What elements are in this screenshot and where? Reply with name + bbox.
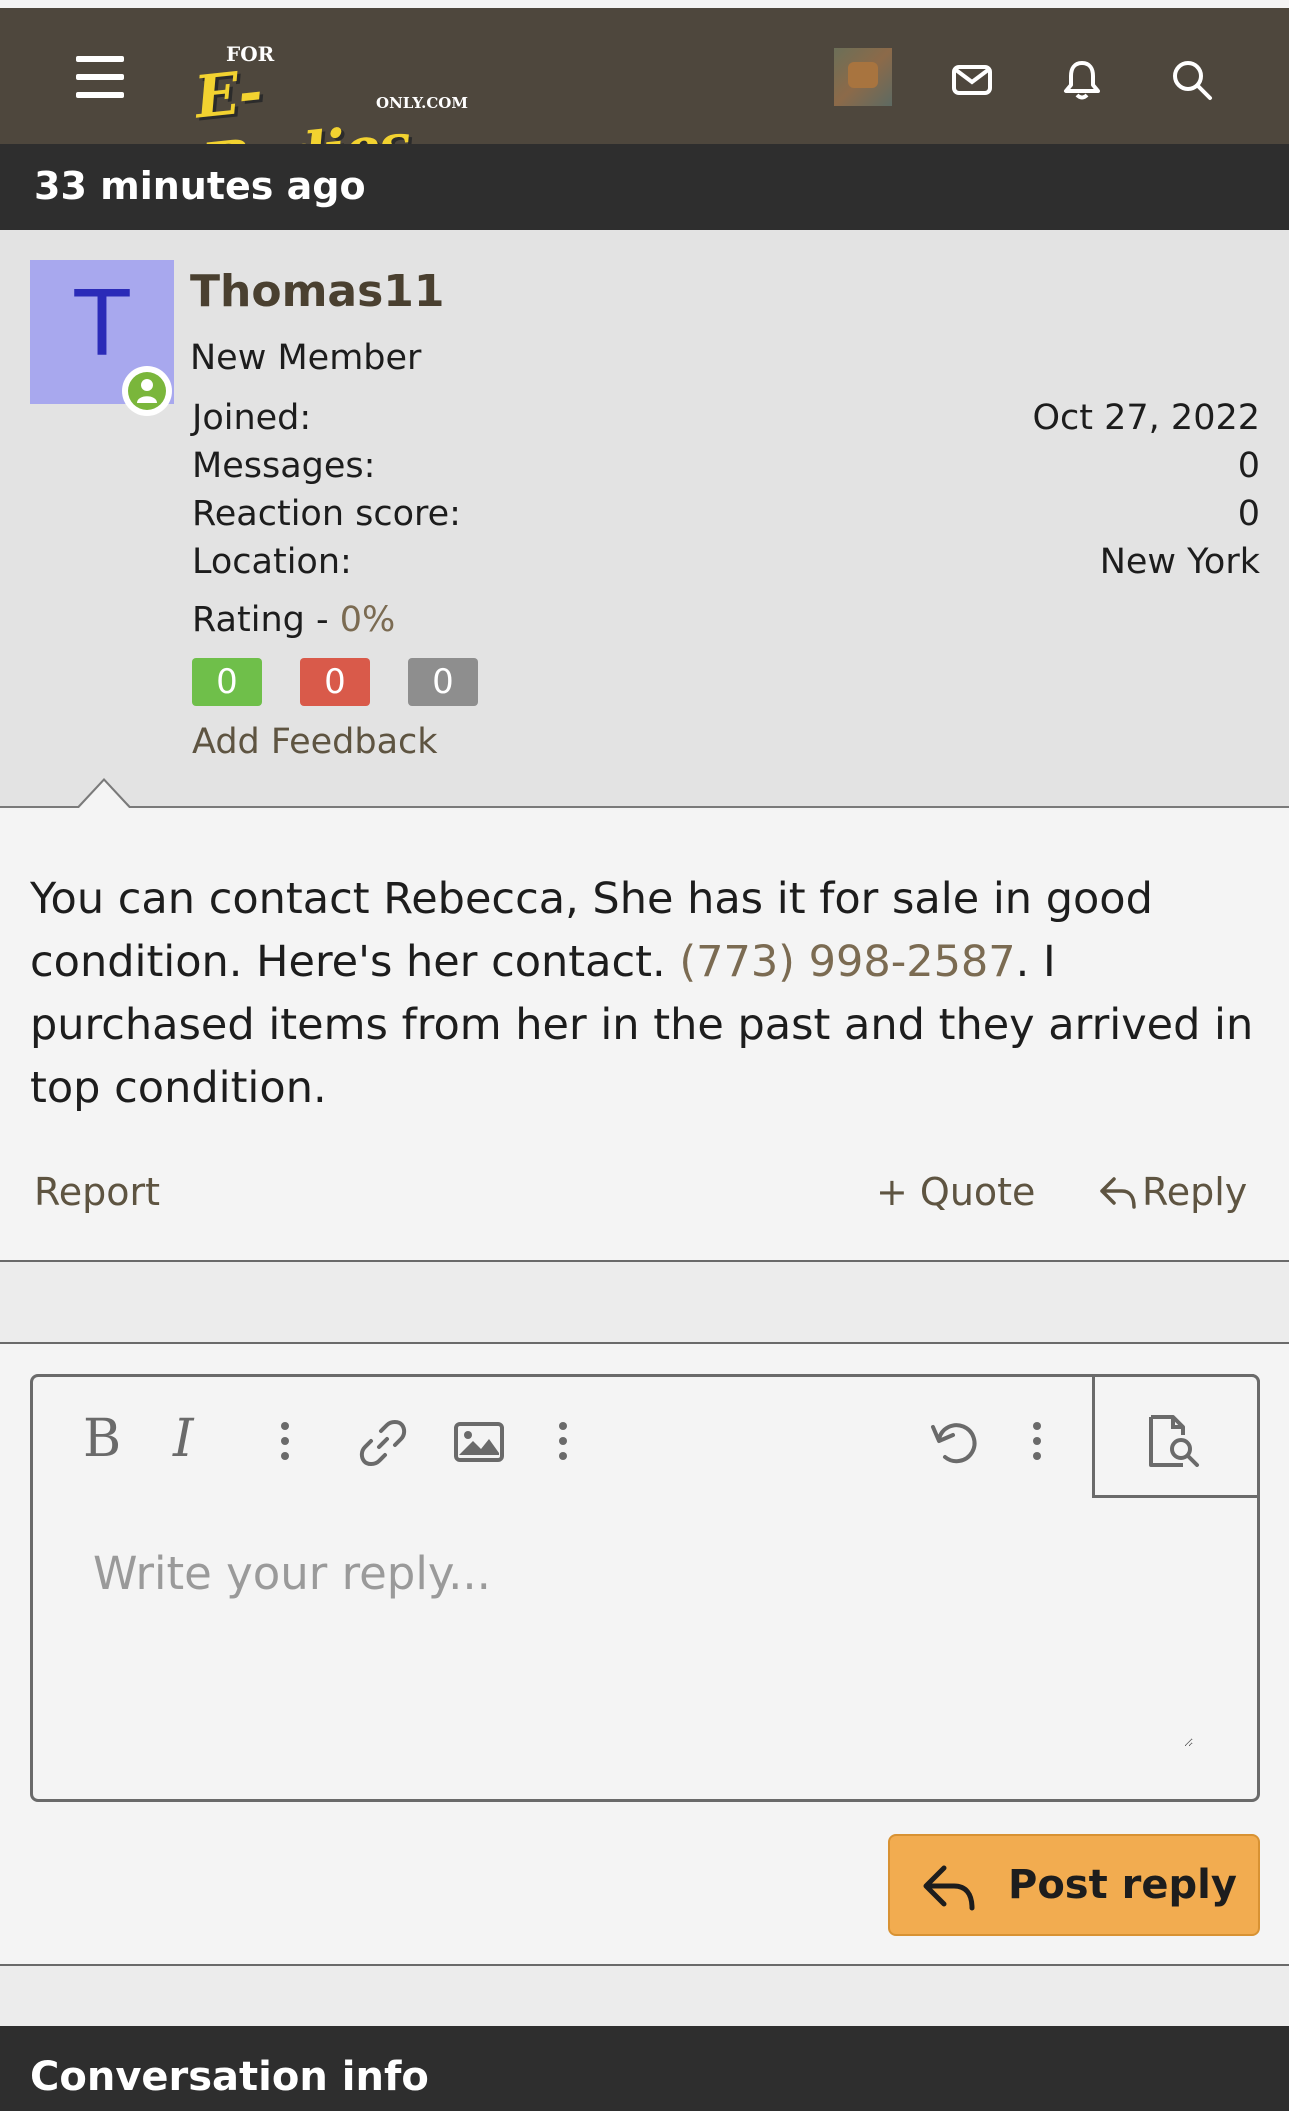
rating-percent: 0% (339, 600, 396, 640)
username-link[interactable]: Thomas11 (190, 266, 445, 317)
stat-label: Joined: (192, 398, 312, 438)
avatar-letter: T (74, 272, 130, 377)
reply-editor: B I (30, 1374, 1260, 1802)
menu-icon[interactable] (76, 56, 124, 98)
bell-icon[interactable] (1060, 58, 1104, 102)
reply-button[interactable]: Reply (1098, 1170, 1247, 1214)
user-rating: Rating - 0% (192, 600, 395, 640)
report-link[interactable]: Report (34, 1170, 160, 1214)
stat-label: Messages: (192, 446, 376, 486)
stat-label: Location: (192, 542, 352, 582)
message-date-bar: 33 minutes ago (0, 144, 1289, 230)
search-icon[interactable] (1170, 58, 1214, 102)
preview-button[interactable] (1092, 1374, 1260, 1498)
stat-value: Oct 27, 2022 (1032, 398, 1261, 438)
message-pointer (76, 778, 132, 809)
reply-textarea[interactable] (93, 1547, 1193, 1747)
online-status-icon (122, 366, 172, 416)
bold-button[interactable]: B (83, 1413, 121, 1465)
stat-value: 0 (1237, 446, 1260, 486)
rating-label: Rating - (192, 600, 340, 640)
italic-button[interactable]: I (173, 1413, 194, 1465)
conversation-info-header: Conversation info (0, 2026, 1289, 2111)
message-body: You can contact Rebecca, She has it for … (30, 868, 1260, 1120)
post-reply-button[interactable]: Post reply (888, 1834, 1260, 1936)
undo-icon[interactable] (929, 1417, 981, 1473)
phone-link[interactable]: (773) 998-2587 (679, 937, 1015, 987)
more-options-icon[interactable] (1031, 1421, 1043, 1465)
more-insert-options-icon[interactable] (557, 1421, 569, 1465)
message-timestamp: 33 minutes ago (34, 164, 366, 208)
conversation-info-title: Conversation info (30, 2054, 429, 2100)
more-text-options-icon[interactable] (279, 1421, 291, 1465)
stat-label: Reaction score: (192, 494, 461, 534)
account-avatar[interactable] (834, 48, 892, 106)
quote-button[interactable]: + Quote (876, 1170, 1035, 1214)
stat-row-reaction-score: Reaction score: 0 (192, 494, 1260, 542)
logo-only-text: ONLY.COM (376, 94, 468, 112)
stat-row-joined: Joined: Oct 27, 2022 (192, 398, 1260, 446)
link-icon[interactable] (357, 1417, 409, 1473)
preview-icon (1149, 1415, 1199, 1467)
reply-label: Reply (1142, 1170, 1248, 1214)
stat-row-location: Location: New York (192, 542, 1260, 590)
post-reply-label: Post reply (1008, 1862, 1237, 1908)
image-icon[interactable] (453, 1421, 505, 1467)
divider (0, 1342, 1289, 1344)
top-navigation-bar: FOR E-Bodies ONLY.COM (0, 8, 1289, 199)
section-spacer (0, 1966, 1289, 2026)
stat-value: New York (1099, 542, 1260, 582)
site-logo[interactable]: FOR E-Bodies ONLY.COM (176, 34, 468, 199)
stat-value: 0 (1237, 494, 1260, 534)
user-title: New Member (190, 338, 422, 378)
feedback-negative-badge[interactable]: 0 (300, 658, 370, 706)
message-actions: Report + Quote Reply (0, 1160, 1289, 1240)
reply-icon (923, 1865, 975, 1911)
stat-row-messages: Messages: 0 (192, 446, 1260, 494)
feedback-positive-badge[interactable]: 0 (192, 658, 262, 706)
reply-icon (1100, 1177, 1136, 1209)
section-spacer (0, 1262, 1289, 1342)
envelope-icon[interactable] (950, 58, 994, 102)
user-info-panel: T Thomas11 New Member Joined: Oct 27, 20… (0, 230, 1289, 809)
add-feedback-link[interactable]: Add Feedback (192, 722, 438, 762)
feedback-neutral-badge[interactable]: 0 (408, 658, 478, 706)
